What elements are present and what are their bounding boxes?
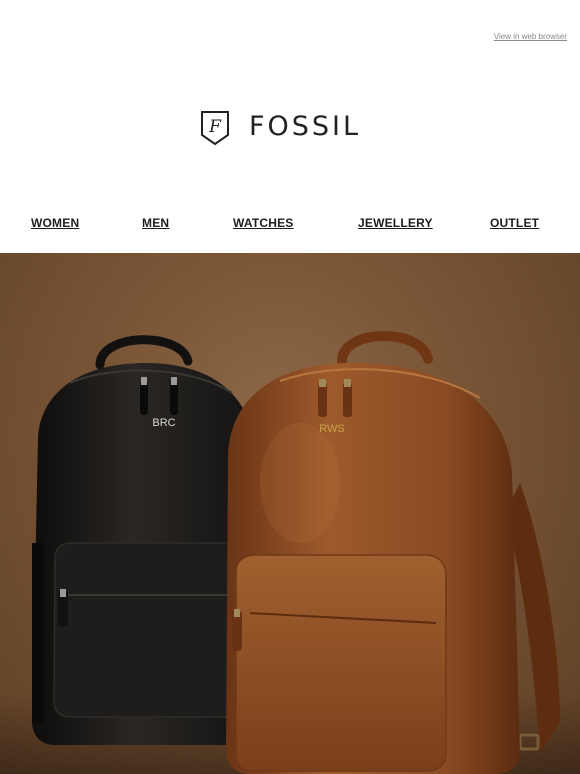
nav-item-women[interactable]: WOMEN (31, 216, 79, 230)
black-backpack: BRC (32, 335, 258, 745)
nav-item-outlet[interactable]: OUTLET (490, 216, 539, 230)
top-bar: View in web browser (494, 26, 567, 44)
fossil-shield-icon: F (201, 111, 229, 146)
nav-item-watches[interactable]: WATCHES (233, 216, 294, 230)
logo-letter: F (208, 117, 222, 137)
monogram-brown: RWS (319, 423, 344, 435)
main-navigation: WOMEN MEN WATCHES JEWELLERY OUTLET (0, 216, 580, 234)
backpacks-illustration: BRC RWS (0, 331, 580, 774)
view-in-browser-link[interactable]: View in web browser (494, 32, 567, 41)
brand-logo[interactable]: F FOSSIL (200, 108, 361, 146)
brand-wordmark: FOSSIL (249, 111, 362, 142)
nav-item-jewellery[interactable]: JEWELLERY (358, 216, 433, 230)
brown-backpack: RWS (226, 331, 560, 774)
hero-image-backpacks[interactable]: BRC RWS (0, 253, 580, 774)
monogram-black: BRC (152, 417, 175, 429)
nav-item-men[interactable]: MEN (142, 216, 169, 230)
